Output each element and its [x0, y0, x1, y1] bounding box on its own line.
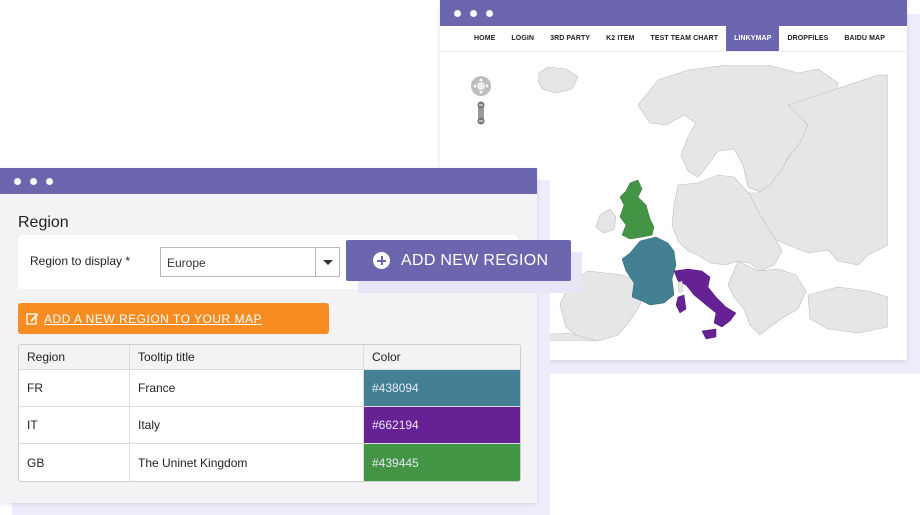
add-new-region-label: ADD NEW REGION — [401, 251, 549, 269]
map-window-titlebar — [440, 0, 907, 26]
window-dot — [470, 9, 477, 17]
nav-3rd-party[interactable]: 3RD PARTY — [542, 26, 598, 51]
table-row[interactable]: FR France #438094 — [19, 370, 520, 407]
map-controls[interactable] — [470, 76, 492, 126]
chevron-down-icon[interactable] — [315, 248, 339, 276]
tooltip-title-cell[interactable]: Italy — [130, 407, 364, 443]
window-dot — [486, 9, 493, 17]
zoom-slider-icon — [477, 101, 485, 125]
region-code-cell[interactable]: IT — [19, 407, 130, 443]
tooltip-title-cell[interactable]: The Uninet Kingdom — [130, 444, 364, 481]
window-dot — [454, 9, 461, 17]
window-dot — [46, 177, 53, 185]
window-dot — [30, 177, 37, 185]
color-cell[interactable]: #438094 — [364, 370, 520, 406]
add-new-region-button[interactable]: ADD NEW REGION — [346, 240, 571, 281]
nav-k2-item[interactable]: K2 ITEM — [598, 26, 642, 51]
edit-icon — [26, 313, 39, 325]
admin-window: Region Region to display * Europe ADD A … — [0, 168, 537, 503]
nav-dropfiles[interactable]: DROPFILES — [779, 26, 836, 51]
nav-linkymap[interactable]: LINKYMAP — [726, 26, 780, 51]
column-header-color[interactable]: Color — [364, 345, 520, 369]
add-region-link-label: ADD A NEW REGION TO YOUR MAP — [44, 311, 263, 326]
color-cell[interactable]: #439445 — [364, 444, 520, 481]
regions-table: Region Tooltip title Color FR France #43… — [18, 344, 521, 482]
table-header-row: Region Tooltip title Color — [19, 345, 520, 370]
corsica-shape — [677, 280, 684, 294]
site-nav: HOME LOGIN 3RD PARTY K2 ITEM TEST TEAM C… — [440, 26, 907, 52]
nav-test-team-chart[interactable]: TEST TEAM CHART — [642, 26, 726, 51]
add-region-link-button[interactable]: ADD A NEW REGION TO YOUR MAP — [18, 303, 329, 334]
europe-map[interactable] — [535, 64, 889, 342]
pan-control-icon — [471, 76, 491, 96]
nav-home[interactable]: HOME — [466, 26, 503, 51]
table-row[interactable]: IT Italy #662194 — [19, 407, 520, 444]
window-dot — [14, 177, 21, 185]
region-code-cell[interactable]: GB — [19, 444, 130, 481]
column-header-tooltip-title[interactable]: Tooltip title — [130, 345, 364, 369]
region-select-value: Europe — [167, 256, 206, 270]
column-header-region[interactable]: Region — [19, 345, 130, 369]
nav-login[interactable]: LOGIN — [503, 26, 542, 51]
region-heading: Region — [18, 214, 69, 231]
plus-circle-icon — [373, 252, 390, 269]
tooltip-title-cell[interactable]: France — [130, 370, 364, 406]
nav-baidu-map[interactable]: BAIDU MAP — [836, 26, 893, 51]
stage: HOME LOGIN 3RD PARTY K2 ITEM TEST TEAM C… — [0, 0, 920, 515]
table-row[interactable]: GB The Uninet Kingdom #439445 — [19, 444, 520, 481]
region-code-cell[interactable]: FR — [19, 370, 130, 406]
admin-window-titlebar — [0, 168, 537, 194]
color-cell[interactable]: #662194 — [364, 407, 520, 443]
region-select[interactable]: Europe — [160, 247, 340, 277]
region-to-display-label: Region to display * — [30, 254, 131, 268]
